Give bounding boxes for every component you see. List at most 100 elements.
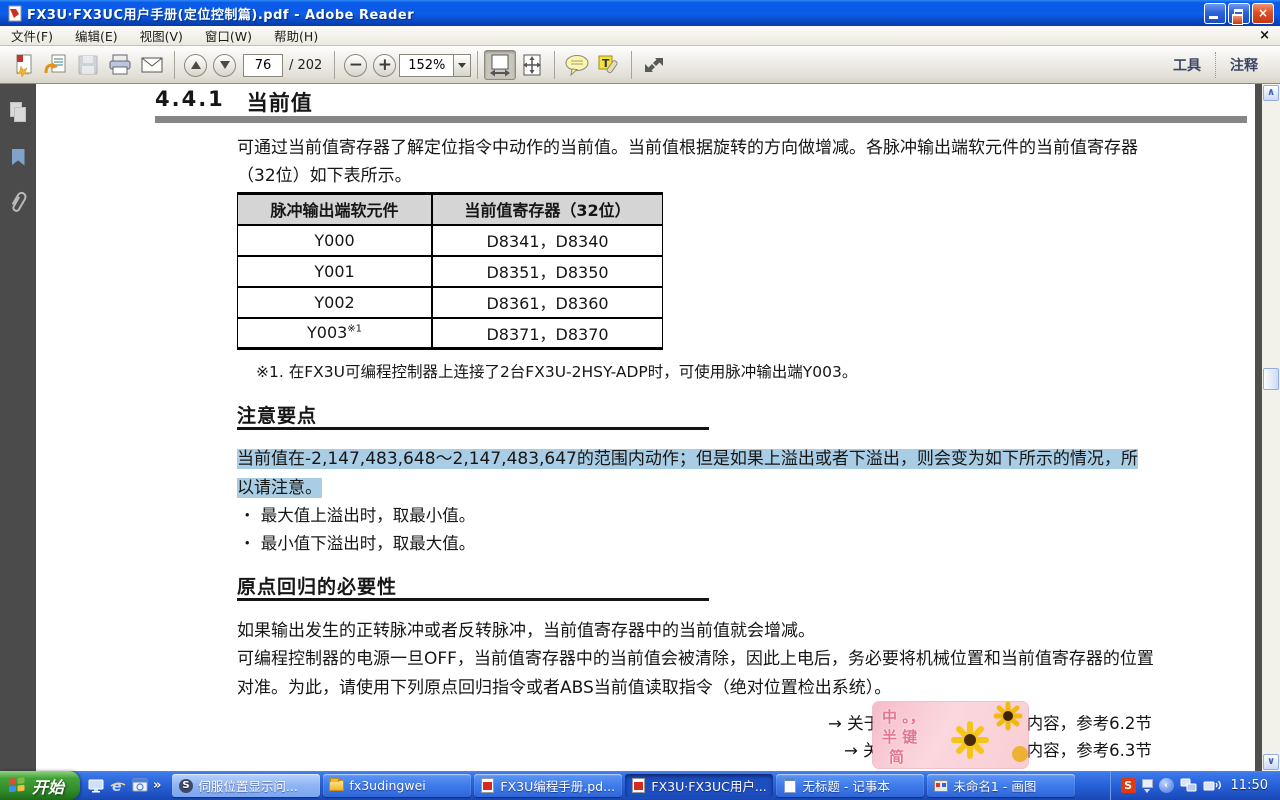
- task-button-pdf-manual[interactable]: FX3U编程手册.pd...: [474, 774, 622, 797]
- scroll-up-icon: ∧: [1267, 88, 1275, 98]
- toolbar: / 202 − + 152%: [0, 46, 1280, 84]
- page-thumbnails-icon: [10, 102, 26, 122]
- previous-page-button[interactable]: [184, 54, 207, 77]
- wireless-network-icon[interactable]: [1203, 778, 1222, 793]
- quick-launch-bar: e »: [80, 777, 168, 794]
- toolbar-divider: [477, 51, 478, 79]
- window-title: FX3U·FX3UC用户手册(定位控制篇).pdf - Adobe Reader: [27, 4, 414, 23]
- start-button[interactable]: 开始: [0, 771, 80, 800]
- zoom-in-button[interactable]: +: [373, 54, 396, 77]
- table-header-row: 脉冲输出端软元件 当前值寄存器（32位）: [238, 194, 663, 225]
- page-thumbnails-button[interactable]: [0, 92, 36, 132]
- fit-width-button[interactable]: [484, 50, 516, 80]
- show-desktop-button[interactable]: [87, 777, 104, 794]
- reference-suffix: 内容，参考6.3节: [1027, 741, 1152, 760]
- section-title: 当前值: [247, 87, 313, 117]
- bullet-item: ・ 最小值下溢出时，取最大值。: [239, 530, 475, 558]
- vertical-scrollbar[interactable]: ∧ ∨: [1262, 84, 1280, 771]
- save-button[interactable]: [72, 50, 104, 80]
- pdf-file-icon: [631, 778, 646, 793]
- comment-bubble-button[interactable]: [561, 50, 593, 80]
- zoom-out-button[interactable]: −: [344, 54, 367, 77]
- attachments-button[interactable]: [0, 183, 36, 223]
- origin-heading: 原点回归的必要性: [237, 572, 397, 599]
- table-cell: D8351，D8350: [432, 256, 662, 287]
- title-bar: FX3U·FX3UC用户手册(定位控制篇).pdf - Adobe Reader…: [0, 0, 1280, 26]
- pdf-page[interactable]: 4.4.1 当前值 可通过当前值寄存器了解定位指令中动作的当前值。当前值根据旋转…: [36, 84, 1255, 771]
- open-file-button[interactable]: [40, 50, 72, 80]
- menubar-close-icon[interactable]: ×: [1259, 28, 1270, 43]
- minus-icon: −: [349, 57, 363, 74]
- comment-bubble-icon: [564, 54, 590, 76]
- menu-file[interactable]: 文件(F): [0, 24, 64, 47]
- menu-edit[interactable]: 编辑(E): [64, 24, 129, 47]
- task-button-notepad[interactable]: 无标题 - 记事本: [776, 774, 924, 797]
- internet-explorer-button[interactable]: e: [109, 777, 126, 794]
- fit-width-icon: [489, 53, 511, 77]
- page-up-icon: [191, 61, 201, 69]
- origin-paragraph-1: 如果输出发生的正转脉冲或者反转脉冲，当前值寄存器中的当前值就会增减。: [237, 617, 1197, 645]
- highlight-text-icon: T: [596, 54, 622, 76]
- ime-charset-label: 简: [889, 746, 904, 767]
- network-icon[interactable]: [1180, 778, 1197, 793]
- task-button-folder[interactable]: fx3udingwei: [323, 774, 471, 797]
- tools-panel-button[interactable]: 工具: [1159, 51, 1215, 79]
- system-tray: S ‹ 11:50: [1110, 771, 1280, 800]
- paint-icon: [933, 778, 948, 793]
- scroll-down-icon: ∨: [1267, 757, 1275, 767]
- browser-button[interactable]: [131, 777, 148, 794]
- section-heading: 4.4.1 当前值: [155, 87, 313, 117]
- next-page-button[interactable]: [213, 54, 236, 77]
- origin-rule: [237, 598, 709, 601]
- close-icon: ×: [1258, 6, 1268, 20]
- menu-window[interactable]: 窗口(W): [194, 24, 263, 47]
- table-row: Y001 D8351，D8350: [238, 256, 663, 287]
- print-button[interactable]: [104, 50, 136, 80]
- browser-window-icon: [132, 778, 148, 793]
- comment-panel-button[interactable]: 注释: [1216, 51, 1272, 79]
- scrollbar-thumb[interactable]: [1263, 368, 1279, 390]
- chevron-down-icon: [458, 63, 466, 68]
- task-button-current-pdf[interactable]: FX3U·FX3UC用户...: [625, 774, 773, 797]
- bookmarks-button[interactable]: [0, 137, 36, 177]
- plus-icon: +: [378, 57, 392, 74]
- table-cell: D8341，D8340: [432, 225, 662, 256]
- fullscreen-button[interactable]: [638, 50, 670, 80]
- folder-icon: [329, 778, 344, 793]
- ime-status-panel[interactable]: 中 。， 半 键 简: [873, 702, 1028, 768]
- menu-help[interactable]: 帮助(H): [263, 24, 329, 47]
- quick-launch-more-button[interactable]: »: [153, 778, 161, 793]
- task-button-paint[interactable]: 未命名1 - 画图: [927, 774, 1075, 797]
- table-row: Y002 D8361，D8360: [238, 287, 663, 318]
- zoom-level-value[interactable]: 152%: [399, 54, 453, 77]
- adobe-pdf-app-icon: [6, 5, 23, 22]
- table-cell: Y002: [238, 287, 433, 318]
- toolbar-divider: [334, 51, 335, 79]
- create-pdf-button[interactable]: [8, 50, 40, 80]
- sogou-tray-icon[interactable]: S: [1121, 778, 1136, 793]
- start-button-label: 开始: [32, 774, 64, 798]
- minimize-button[interactable]: [1204, 3, 1226, 24]
- page-total-label: / 202: [289, 58, 322, 73]
- language-bar-icon[interactable]: [1142, 779, 1153, 793]
- close-button[interactable]: ×: [1252, 3, 1274, 24]
- footnote-marker: ※1: [347, 324, 362, 335]
- page-number-input[interactable]: [243, 54, 283, 77]
- scroll-up-button[interactable]: ∧: [1263, 85, 1279, 101]
- restore-button[interactable]: [1228, 3, 1250, 24]
- task-button-servo-page[interactable]: S 伺服位置显示问...: [172, 774, 320, 797]
- toolbar-divider: [174, 51, 175, 79]
- internet-explorer-icon: e: [110, 778, 126, 794]
- zoom-dropdown-button[interactable]: [453, 54, 471, 77]
- fit-page-button[interactable]: [516, 50, 548, 80]
- highlight-text-button[interactable]: T: [593, 50, 625, 80]
- show-desktop-icon: [88, 779, 104, 793]
- collapse-tray-icon[interactable]: ‹: [1159, 778, 1174, 793]
- open-file-icon: [44, 53, 68, 77]
- menu-view[interactable]: 视图(V): [129, 24, 194, 47]
- scroll-down-button[interactable]: ∨: [1263, 754, 1279, 770]
- table-cell: Y003※1: [238, 318, 433, 349]
- bookmark-icon: [12, 149, 25, 166]
- table-cell: D8371，D8370: [432, 318, 662, 349]
- email-button[interactable]: [136, 50, 168, 80]
